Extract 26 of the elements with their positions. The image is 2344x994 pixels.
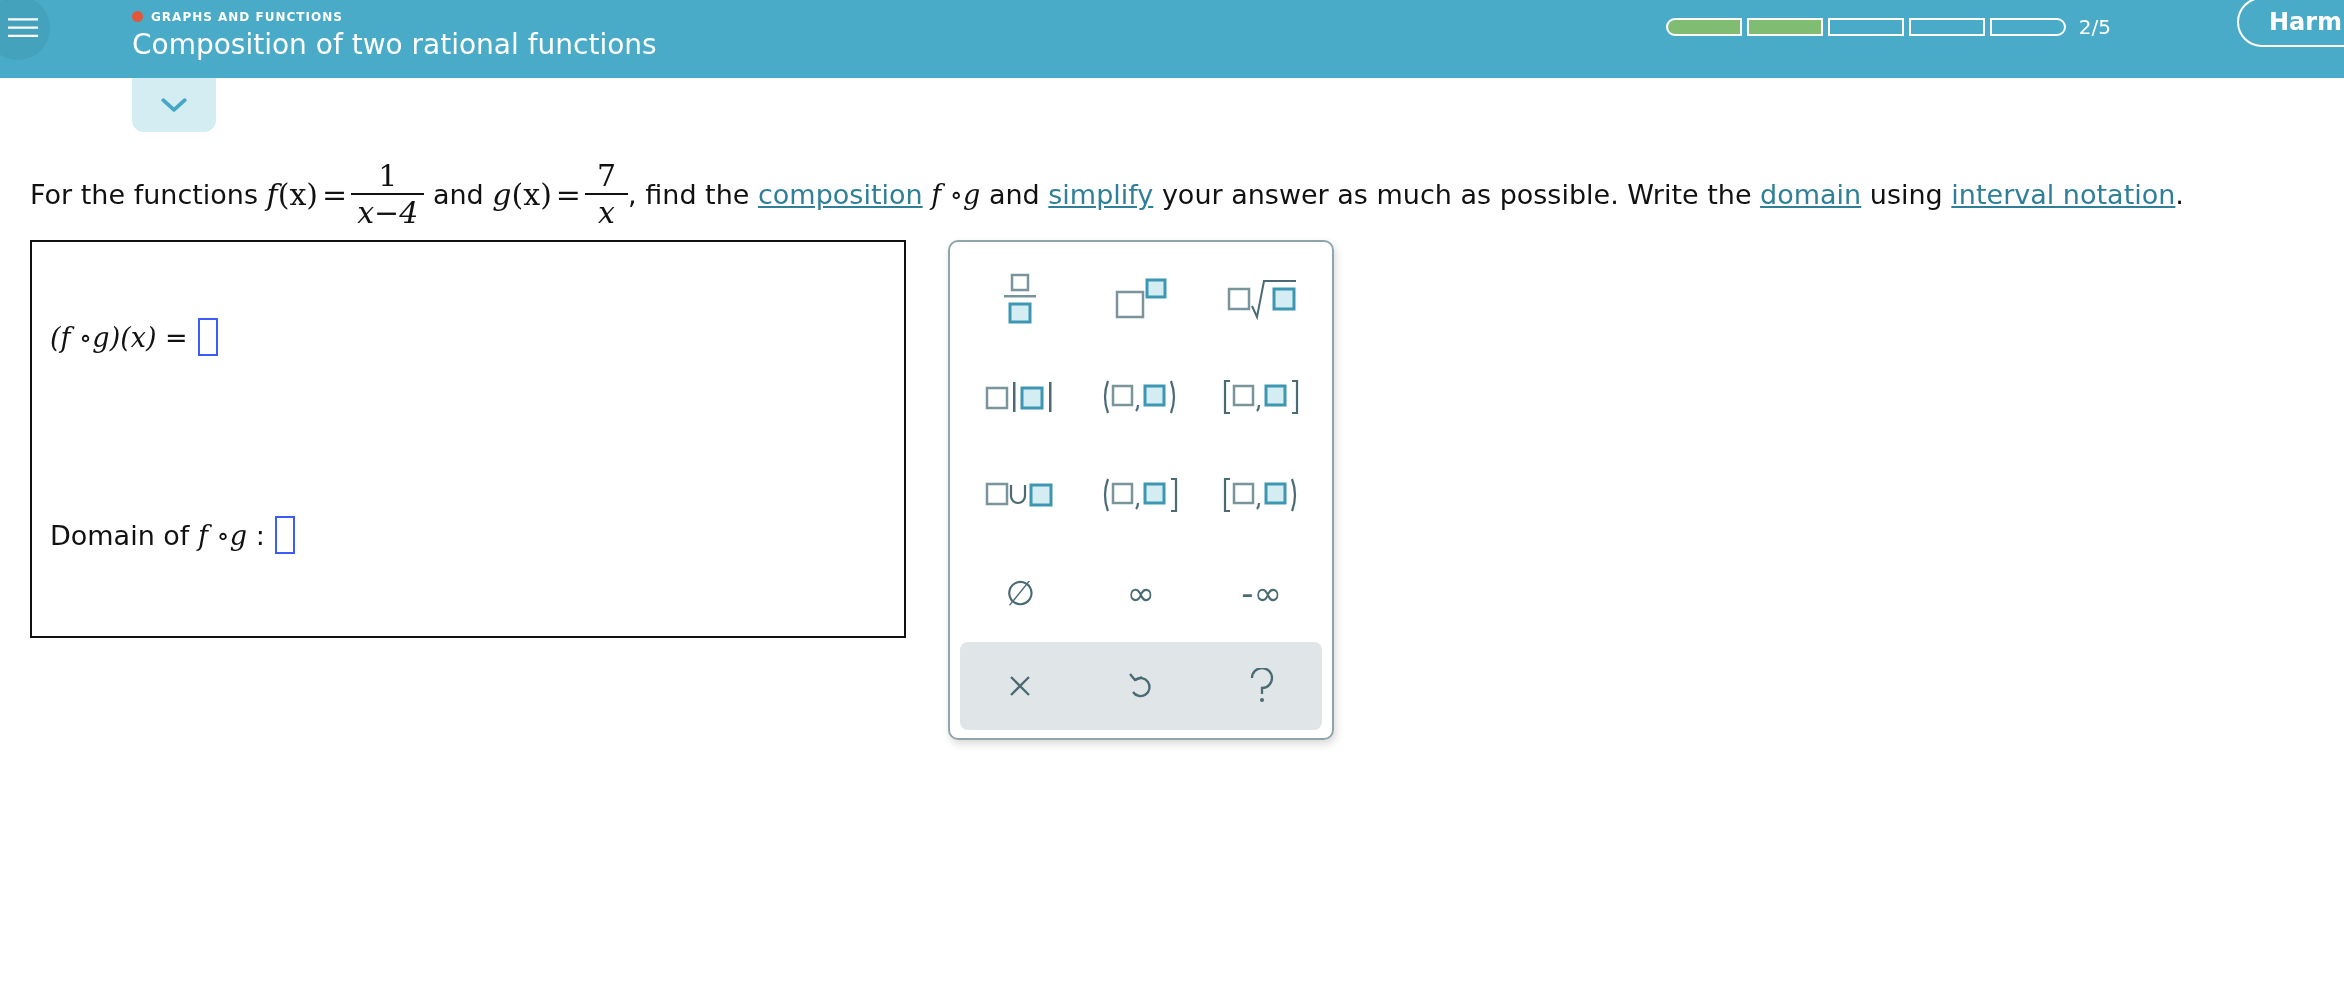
topic-label: GRAPHS AND FUNCTIONS (151, 9, 343, 24)
answer-field[interactable] (274, 516, 295, 554)
progress-count: 2/5 (2078, 15, 2111, 39)
glossary-link[interactable]: composition (758, 178, 923, 210)
help-icon (1248, 668, 1275, 704)
glossary-link[interactable]: interval notation (1951, 178, 2176, 210)
fraction-template-icon (1002, 272, 1039, 326)
answer-field[interactable] (197, 318, 218, 356)
chevron-down-icon (161, 97, 187, 113)
glossary-link[interactable]: domain (1760, 178, 1862, 210)
union-template-icon (985, 482, 1056, 508)
answer-label: (f ∘g)(x) = (50, 321, 188, 353)
user-button[interactable]: Harm (2236, 0, 2344, 47)
symbol-key[interactable]: ∞ (1080, 544, 1202, 642)
exponent-template-icon (1115, 278, 1167, 320)
glossary-link[interactable]: simplify (1048, 178, 1154, 210)
close-icon (1008, 674, 1033, 698)
status-dot-icon (132, 11, 143, 22)
answer-label: Domain of f ∘g : (50, 519, 265, 551)
symbol-key[interactable]: -∞ (1201, 544, 1322, 642)
menu-button[interactable] (0, 0, 50, 60)
menu-icon (8, 18, 38, 38)
lesson-title: Composition of two rational functions (132, 27, 657, 61)
symbol-key[interactable]: ∅ (960, 544, 1081, 642)
root-template-icon (1226, 278, 1297, 320)
expand-button[interactable] (132, 78, 216, 132)
